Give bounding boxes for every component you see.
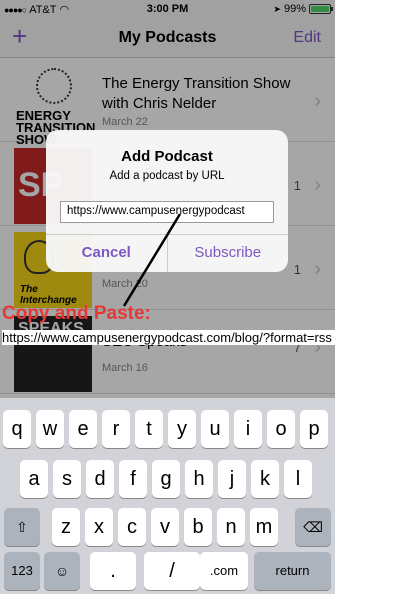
dialog-subtitle: Add a podcast by URL xyxy=(109,170,225,182)
key-b[interactable]: b xyxy=(184,508,212,546)
key-h[interactable]: h xyxy=(185,460,213,498)
key-p[interactable]: p xyxy=(300,410,328,448)
keyboard-row: qwertyuiop xyxy=(0,410,335,448)
key-u[interactable]: u xyxy=(201,410,229,448)
key-j[interactable]: j xyxy=(218,460,246,498)
key-i[interactable]: i xyxy=(234,410,262,448)
shift-key[interactable]: ⇧ xyxy=(4,508,40,546)
key-d[interactable]: d xyxy=(86,460,114,498)
keyboard: qwertyuiop asdfghjkl ⇧ ⌫ zxcvbnm 123 ☺ .… xyxy=(0,398,335,594)
dotcom-key[interactable]: .com xyxy=(200,552,248,590)
key-m[interactable]: m xyxy=(250,508,278,546)
key-g[interactable]: g xyxy=(152,460,180,498)
slash-key[interactable]: / xyxy=(144,552,200,590)
key-l[interactable]: l xyxy=(284,460,312,498)
key-y[interactable]: y xyxy=(168,410,196,448)
key-e[interactable]: e xyxy=(69,410,97,448)
key-f[interactable]: f xyxy=(119,460,147,498)
key-a[interactable]: a xyxy=(20,460,48,498)
delete-key[interactable]: ⌫ xyxy=(295,508,331,546)
key-k[interactable]: k xyxy=(251,460,279,498)
dialog-title: Add Podcast xyxy=(121,148,213,165)
dialog-buttons: Cancel Subscribe xyxy=(46,234,288,272)
numbers-key[interactable]: 123 xyxy=(4,552,40,590)
keyboard-row: 123 ☺ . / .com return xyxy=(0,552,335,590)
url-input[interactable]: https://www.campusenergypodcast xyxy=(60,201,274,223)
copy-paste-label: Copy and Paste: xyxy=(2,303,151,324)
keyboard-row: asdfghjkl xyxy=(0,460,335,498)
emoji-icon[interactable]: ☺ xyxy=(44,552,80,590)
key-z[interactable]: z xyxy=(52,508,80,546)
key-c[interactable]: c xyxy=(118,508,146,546)
feed-url-text: https://www.campusenergypodcast.com/blog… xyxy=(2,330,336,345)
key-r[interactable]: r xyxy=(102,410,130,448)
right-margin xyxy=(335,0,400,594)
return-key[interactable]: return xyxy=(254,552,331,590)
key-n[interactable]: n xyxy=(217,508,245,546)
key-t[interactable]: t xyxy=(135,410,163,448)
key-o[interactable]: o xyxy=(267,410,295,448)
cancel-button[interactable]: Cancel xyxy=(46,235,168,272)
key-x[interactable]: x xyxy=(85,508,113,546)
dot-key[interactable]: . xyxy=(90,552,136,590)
key-s[interactable]: s xyxy=(53,460,81,498)
add-podcast-dialog: Add Podcast Add a podcast by URL https:/… xyxy=(46,130,288,272)
key-w[interactable]: w xyxy=(36,410,64,448)
subscribe-button[interactable]: Subscribe xyxy=(168,235,289,272)
key-v[interactable]: v xyxy=(151,508,179,546)
keyboard-row: ⇧ ⌫ zxcvbnm xyxy=(0,508,335,546)
key-q[interactable]: q xyxy=(3,410,31,448)
phone-screen: ●●●●○ AT&T ◠ 3:00 PM ➤ 99% + My Podcasts… xyxy=(0,0,335,594)
